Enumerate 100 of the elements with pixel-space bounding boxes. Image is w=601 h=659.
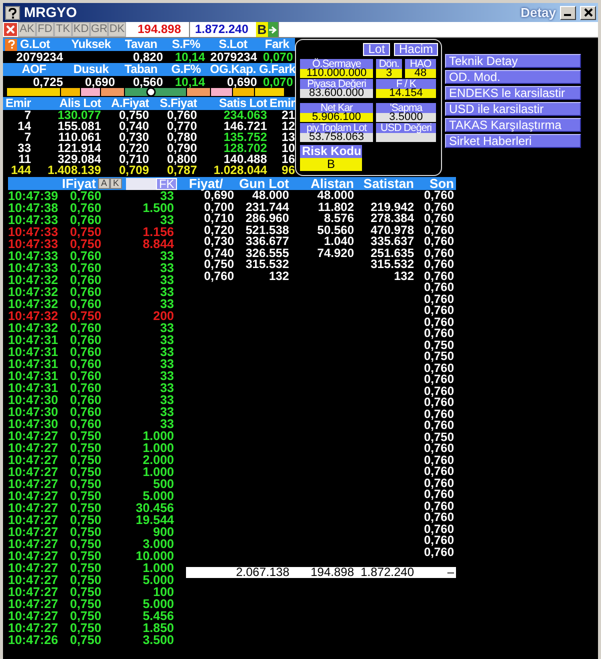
toolbar-tab[interactable]: FD: [36, 22, 54, 37]
field-label: F / K: [376, 79, 436, 89]
trade-lot: 33: [159, 190, 174, 202]
trade-price: 0,760: [70, 418, 102, 430]
field-label: Dön.: [376, 59, 402, 69]
trade-lot: 33: [159, 286, 174, 298]
trade-lot: 33: [159, 370, 174, 382]
trade-time: 10:47:27: [8, 490, 60, 502]
column-header: Fiyat/: [186, 177, 236, 190]
trade-price: 0,760: [70, 406, 102, 418]
menu-button[interactable]: Sirket Haberleri: [445, 134, 581, 148]
trade-time: 10:47:27: [8, 574, 60, 586]
trade-price: 0,760: [70, 190, 102, 202]
table-cell-text: 0,760: [422, 535, 455, 546]
table-cell-text: 0,760: [422, 236, 455, 248]
minimize-button[interactable]: [560, 6, 576, 20]
toolbar-tab[interactable]: DK: [108, 22, 126, 37]
trade-lot: 1.500: [142, 202, 174, 214]
column-header: AOF: [3, 63, 65, 76]
table-cell-text: 0,760: [422, 546, 455, 558]
trade-time: 10:47:31: [8, 358, 60, 370]
trade-price: 0,760: [70, 322, 102, 334]
table-cell-text: 315.532: [244, 259, 290, 270]
trade-time: 10:47:27: [8, 478, 60, 490]
summary-value: 0,070: [262, 76, 294, 88]
table-cell-text: 110.061: [57, 132, 101, 143]
trade-lot: 33: [159, 418, 174, 430]
trade-lot: 1.000: [142, 442, 174, 454]
total-cell-text: 0,709: [118, 165, 149, 176]
trade-price: 0,750: [70, 310, 102, 322]
table-cell-text: 0,760: [422, 397, 455, 408]
trade-lot: 33: [159, 262, 174, 274]
filter-field[interactable]: [126, 178, 156, 190]
toolbar-tab[interactable]: KD: [72, 22, 90, 37]
trade-time: 10:47:27: [8, 430, 60, 442]
column-header: Alis Lot: [31, 97, 101, 110]
filter-button[interactable]: FK: [156, 178, 178, 190]
trade-time: 10:47:31: [8, 346, 60, 358]
table-cell-text: 10: [280, 143, 295, 154]
menu-button[interactable]: ENDEKS le karsilastir: [445, 86, 581, 100]
summary-value: 2079234: [209, 51, 258, 63]
table-cell-text: 0,780: [166, 132, 197, 143]
menu-button[interactable]: Teknik Detay: [445, 54, 581, 68]
menu-button[interactable]: TAKAS Karşılaştırma: [445, 118, 581, 132]
column-header: Yuksek: [65, 38, 117, 51]
trade-time: 10:47:27: [8, 622, 60, 634]
total-cell-text: 96: [280, 165, 295, 176]
toolbar-tab[interactable]: GR: [90, 22, 108, 37]
column-header: A.Fiyat: [101, 97, 149, 110]
trade-price: 0,750: [70, 598, 102, 610]
trade-time: 10:47:27: [8, 610, 60, 622]
table-cell-text: 335.637: [370, 236, 415, 248]
trade-time: 10:47:33: [8, 226, 60, 238]
table-cell-text: 0,710: [118, 154, 149, 165]
sort-button[interactable]: K: [110, 178, 122, 189]
menu-button[interactable]: OD. Mod.: [445, 70, 581, 84]
trade-lot: 33: [159, 334, 174, 346]
toggle-button[interactable]: Lot: [363, 43, 390, 56]
column-header: Satis Lot: [197, 97, 267, 110]
trade-time: 10:47:27: [8, 586, 60, 598]
trade-price: 0,750: [70, 430, 102, 442]
trade-price: 0,760: [70, 286, 102, 298]
close-button[interactable]: [580, 6, 596, 20]
table-cell-text: 0,760: [422, 213, 455, 224]
table-cell-text: 0,750: [202, 259, 235, 270]
table-cell-text: 315.532: [370, 259, 415, 270]
field-value: 83.600.000: [300, 89, 373, 98]
trade-lot: 1.156: [142, 226, 174, 238]
table-cell-text: 1.872.240: [360, 567, 415, 578]
trade-price: 0,750: [70, 610, 102, 622]
trade-price: 0,760: [70, 298, 102, 310]
total-cell-text: 1.028.044: [212, 165, 267, 176]
table-cell-text: 0,760: [422, 512, 455, 524]
column-header: Son: [416, 177, 456, 190]
close-icon[interactable]: [3, 22, 18, 37]
trade-lot: 3.500: [142, 634, 174, 646]
trade-time: 10:47:39: [8, 190, 60, 202]
total-cell-text: 144: [10, 165, 31, 176]
toolbar-tab[interactable]: AK: [18, 22, 36, 37]
table-cell-text: 0,760: [166, 110, 197, 121]
table-cell-text: 16: [280, 154, 295, 165]
status-badge: B: [256, 22, 268, 37]
sort-button[interactable]: A: [98, 178, 110, 189]
menu-button[interactable]: USD ile karsilastir: [445, 102, 581, 116]
trade-lot: 2.000: [142, 454, 174, 466]
toggle-button[interactable]: Hacim: [394, 43, 438, 56]
field-label: Piyasa Değeri: [300, 79, 373, 89]
table-cell-text: 7: [24, 132, 31, 143]
trade-time: 10:47:27: [8, 502, 60, 514]
trade-price: 0,760: [70, 202, 102, 214]
table-cell-text: 0,760: [422, 489, 455, 500]
help-icon[interactable]: [5, 38, 17, 50]
trade-time: 10:47:31: [8, 382, 60, 394]
trade-lot: 33: [159, 382, 174, 394]
toolbar-tab[interactable]: TK: [54, 22, 72, 37]
summary-value: 10,14: [174, 76, 206, 88]
trade-price: 0,760: [70, 334, 102, 346]
field-value: 3: [376, 69, 402, 78]
column-header: G.Fark: [259, 63, 295, 76]
trade-time: 10:47:31: [8, 334, 60, 346]
